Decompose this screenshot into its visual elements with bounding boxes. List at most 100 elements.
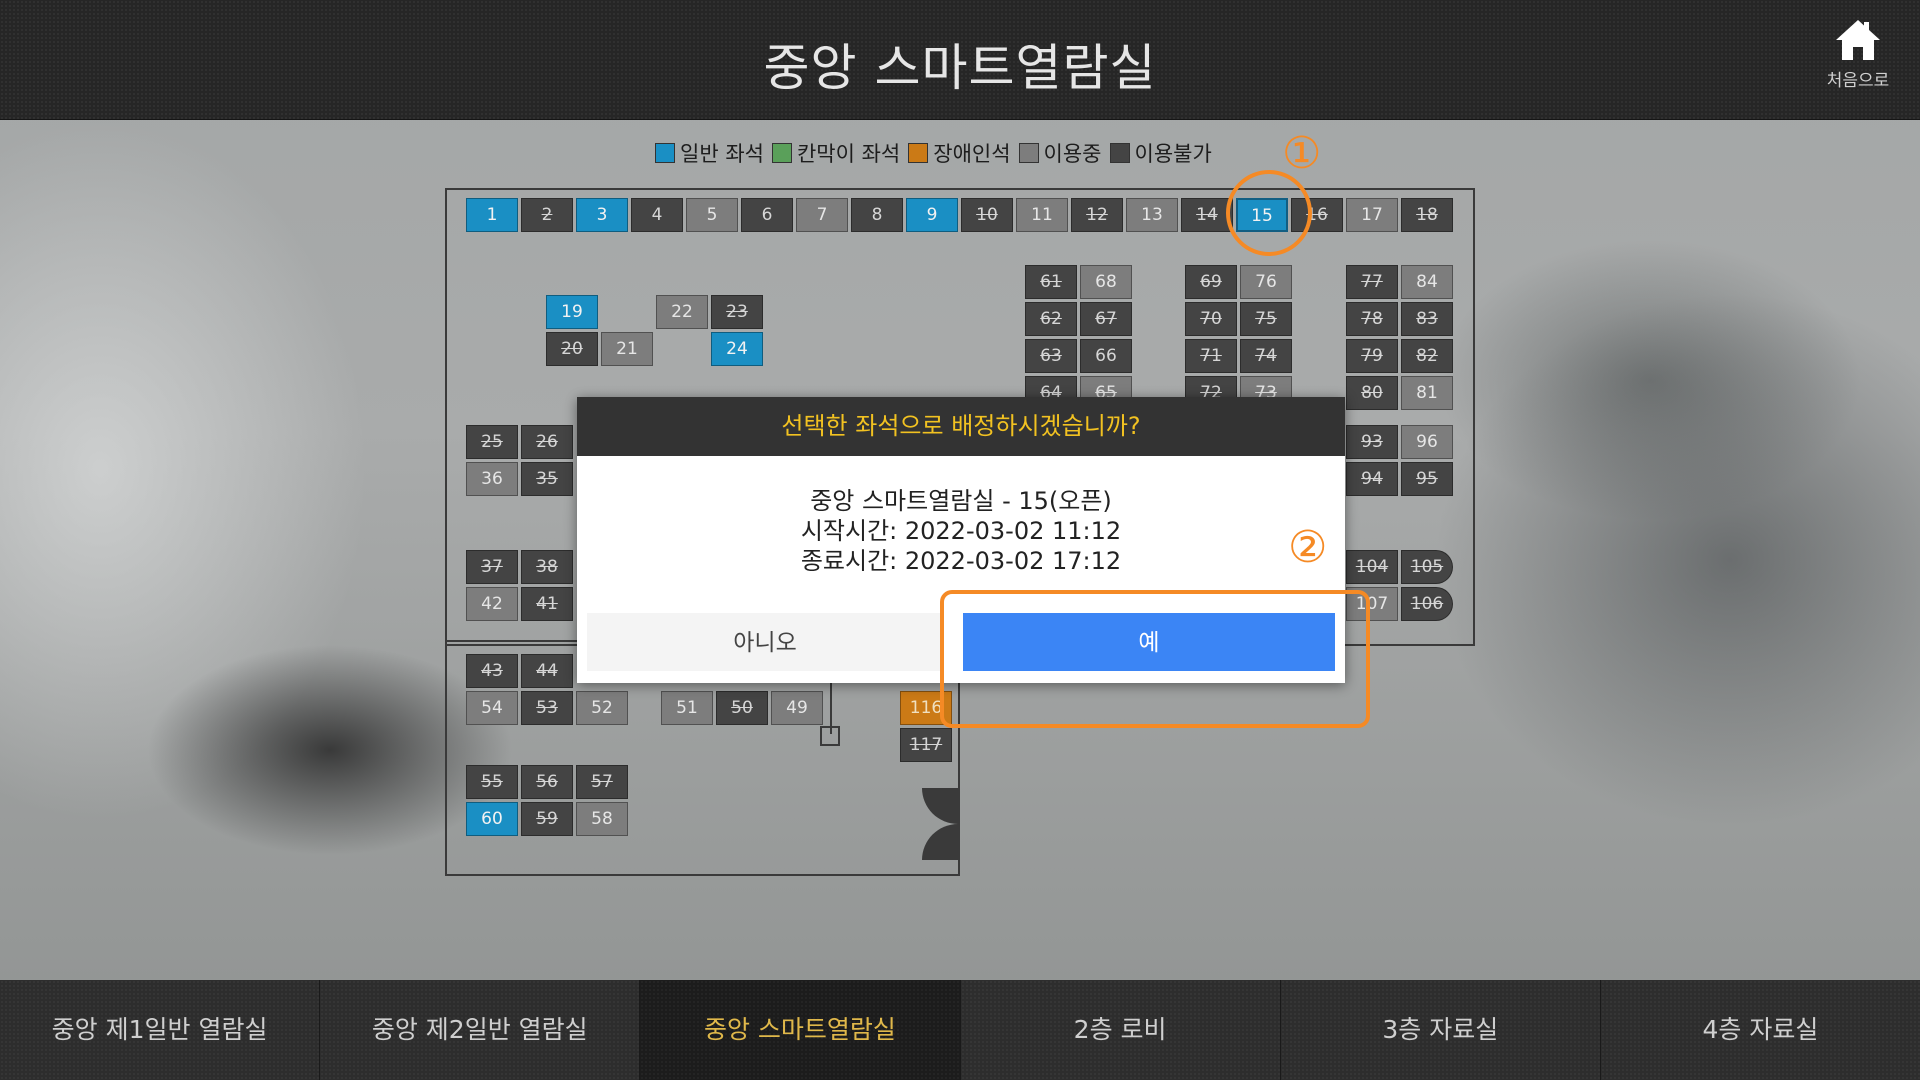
seat-66[interactable]: 66 <box>1080 339 1132 373</box>
seat-map-marker <box>820 726 840 746</box>
seat-41[interactable]: 41 <box>521 587 573 621</box>
seat-17[interactable]: 17 <box>1346 198 1398 232</box>
header-bar: 중앙 스마트열람실 처음으로 <box>0 0 1920 120</box>
seat-117[interactable]: 117 <box>900 728 952 762</box>
seat-4[interactable]: 4 <box>631 198 683 232</box>
seat-51[interactable]: 51 <box>661 691 713 725</box>
legend-swatch <box>771 143 792 163</box>
legend-label: 장애인석 <box>933 142 1011 166</box>
seat-legend: 일반 좌석 칸막이 좌석 장애인석 이용중 이용불가 <box>655 140 1220 166</box>
seat-22[interactable]: 22 <box>656 295 708 329</box>
seat-78[interactable]: 78 <box>1346 302 1398 336</box>
seat-56[interactable]: 56 <box>521 765 573 799</box>
annotation-mark-2: ② <box>1288 522 1328 573</box>
seat-43[interactable]: 43 <box>466 654 518 688</box>
tab-2f-lobby[interactable]: 2층 로비 <box>960 980 1281 1080</box>
seat-26[interactable]: 26 <box>521 425 573 459</box>
seat-20[interactable]: 20 <box>546 332 598 366</box>
seat-106[interactable]: 106 <box>1401 587 1453 621</box>
dialog-start-time: 시작시간: 2022-03-02 11:12 <box>800 517 1122 545</box>
seat-7[interactable]: 7 <box>796 198 848 232</box>
seat-53[interactable]: 53 <box>521 691 573 725</box>
seat-44[interactable]: 44 <box>521 654 573 688</box>
seat-63[interactable]: 63 <box>1025 339 1077 373</box>
seat-23[interactable]: 23 <box>711 295 763 329</box>
tab-3f-library[interactable]: 3층 자료실 <box>1280 980 1601 1080</box>
seat-95[interactable]: 95 <box>1401 462 1453 496</box>
seat-2[interactable]: 2 <box>521 198 573 232</box>
seat-19[interactable]: 19 <box>546 295 598 329</box>
seat-74[interactable]: 74 <box>1240 339 1292 373</box>
seat-24[interactable]: 24 <box>711 332 763 366</box>
seat-55[interactable]: 55 <box>466 765 518 799</box>
seat-77[interactable]: 77 <box>1346 265 1398 299</box>
seat-67[interactable]: 67 <box>1080 302 1132 336</box>
seat-57[interactable]: 57 <box>576 765 628 799</box>
seat-70[interactable]: 70 <box>1185 302 1237 336</box>
seat-61[interactable]: 61 <box>1025 265 1077 299</box>
seat-9[interactable]: 9 <box>906 198 958 232</box>
seat-35[interactable]: 35 <box>521 462 573 496</box>
seat-83[interactable]: 83 <box>1401 302 1453 336</box>
seat-81[interactable]: 81 <box>1401 376 1453 410</box>
legend-swatch <box>908 143 929 163</box>
seat-68[interactable]: 68 <box>1080 265 1132 299</box>
home-icon <box>1836 20 1880 60</box>
tab-central-general-1[interactable]: 중앙 제1일반 열람실 <box>0 980 321 1080</box>
seat-13[interactable]: 13 <box>1126 198 1178 232</box>
tab-central-smart[interactable]: 중앙 스마트열람실 <box>640 980 961 1080</box>
seat-104[interactable]: 104 <box>1346 550 1398 584</box>
seat-84[interactable]: 84 <box>1401 265 1453 299</box>
seat-105[interactable]: 105 <box>1401 550 1453 584</box>
seat-10[interactable]: 10 <box>961 198 1013 232</box>
legend-unavailable: 이용불가 <box>1109 138 1212 168</box>
seat-82[interactable]: 82 <box>1401 339 1453 373</box>
legend-label: 칸막이 좌석 <box>796 142 901 166</box>
seat-18[interactable]: 18 <box>1401 198 1453 232</box>
seat-25[interactable]: 25 <box>466 425 518 459</box>
seat-76[interactable]: 76 <box>1240 265 1292 299</box>
seat-38[interactable]: 38 <box>521 550 573 584</box>
seat-75[interactable]: 75 <box>1240 302 1292 336</box>
seat-1[interactable]: 1 <box>466 198 518 232</box>
seat-12[interactable]: 12 <box>1071 198 1123 232</box>
seat-59[interactable]: 59 <box>521 802 573 836</box>
seat-79[interactable]: 79 <box>1346 339 1398 373</box>
dialog-seat-info: 중앙 스마트열람실 - 15(오픈) <box>810 487 1112 515</box>
home-label: 처음으로 <box>1826 71 1890 91</box>
seat-6[interactable]: 6 <box>741 198 793 232</box>
seat-49[interactable]: 49 <box>771 691 823 725</box>
seat-5[interactable]: 5 <box>686 198 738 232</box>
legend-partition: 칸막이 좌석 <box>771 138 901 168</box>
seat-80[interactable]: 80 <box>1346 376 1398 410</box>
tab-central-general-2[interactable]: 중앙 제2일반 열람실 <box>320 980 641 1080</box>
seat-94[interactable]: 94 <box>1346 462 1398 496</box>
seat-93[interactable]: 93 <box>1346 425 1398 459</box>
seat-11[interactable]: 11 <box>1016 198 1068 232</box>
seat-36[interactable]: 36 <box>466 462 518 496</box>
seat-54[interactable]: 54 <box>466 691 518 725</box>
seat-71[interactable]: 71 <box>1185 339 1237 373</box>
home-button[interactable]: 처음으로 <box>1812 16 1904 106</box>
no-button[interactable]: 아니오 <box>587 613 943 671</box>
legend-in-use: 이용중 <box>1018 138 1102 168</box>
legend-swatch <box>1018 143 1039 163</box>
seat-42[interactable]: 42 <box>466 587 518 621</box>
seat-96[interactable]: 96 <box>1401 425 1453 459</box>
seat-21[interactable]: 21 <box>601 332 653 366</box>
legend-disabled: 장애인석 <box>908 138 1011 168</box>
seat-50[interactable]: 50 <box>716 691 768 725</box>
annotation-circle <box>1226 170 1312 256</box>
seat-3[interactable]: 3 <box>576 198 628 232</box>
annotation-box <box>940 590 1370 728</box>
dialog-end-time: 종료시간: 2022-03-02 17:12 <box>800 547 1122 575</box>
seat-60[interactable]: 60 <box>466 802 518 836</box>
seat-8[interactable]: 8 <box>851 198 903 232</box>
dialog-title: 선택한 좌석으로 배정하시겠습니까? <box>577 397 1345 456</box>
seat-37[interactable]: 37 <box>466 550 518 584</box>
seat-52[interactable]: 52 <box>576 691 628 725</box>
seat-69[interactable]: 69 <box>1185 265 1237 299</box>
seat-58[interactable]: 58 <box>576 802 628 836</box>
seat-62[interactable]: 62 <box>1025 302 1077 336</box>
tab-4f-library[interactable]: 4층 자료실 <box>1600 980 1920 1080</box>
